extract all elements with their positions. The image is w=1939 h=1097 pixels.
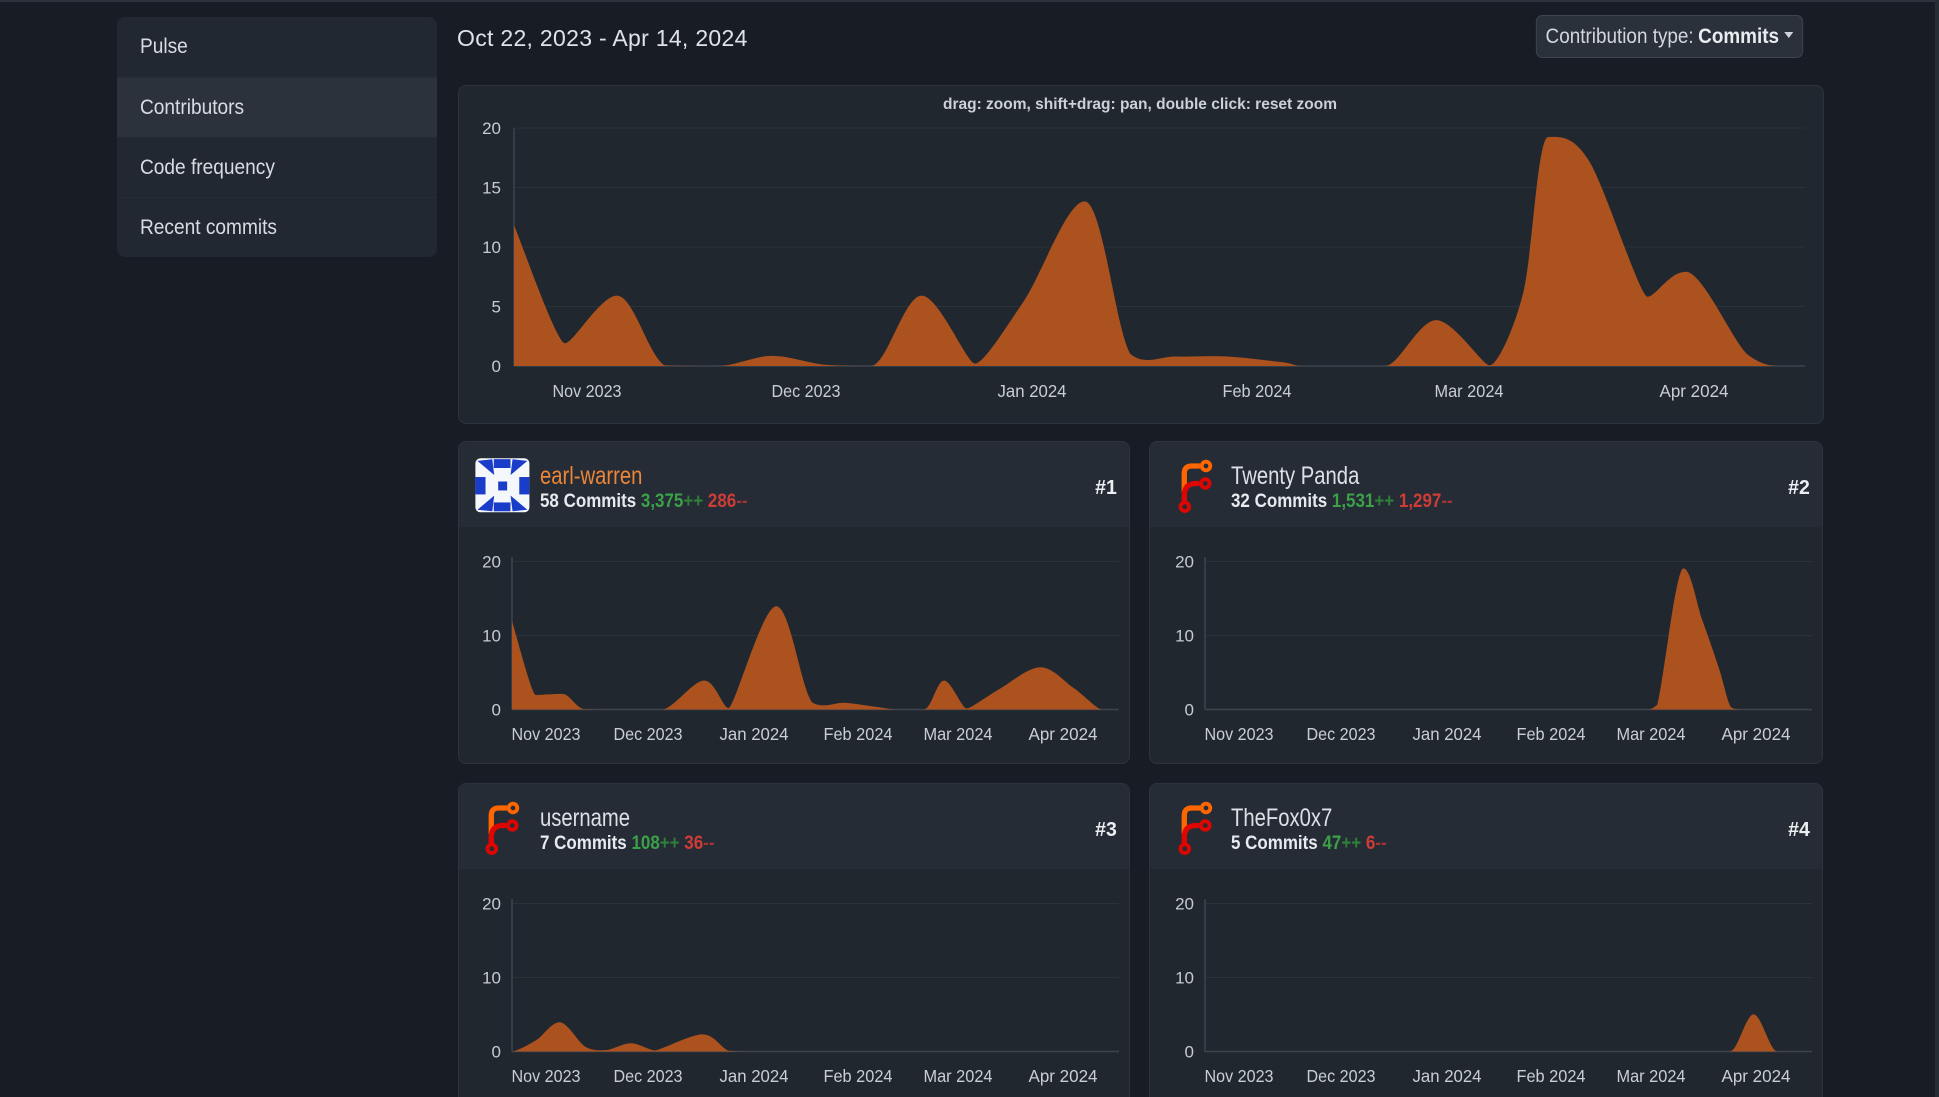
svg-text:Dec 2023: Dec 2023	[1307, 1066, 1376, 1086]
svg-text:Feb 2024: Feb 2024	[824, 724, 893, 744]
svg-text:0: 0	[492, 701, 501, 720]
svg-text:Dec 2023: Dec 2023	[772, 381, 841, 401]
svg-text:Mar 2024: Mar 2024	[924, 724, 993, 744]
svg-text:20: 20	[482, 119, 501, 138]
svg-text:Nov 2023: Nov 2023	[553, 381, 622, 401]
svg-text:10: 10	[1175, 627, 1194, 646]
svg-text:0: 0	[492, 357, 501, 376]
svg-text:Dec 2023: Dec 2023	[614, 724, 683, 744]
svg-text:Jan 2024: Jan 2024	[720, 724, 789, 744]
svg-text:5: 5	[492, 298, 501, 317]
svg-text:Apr 2024: Apr 2024	[1660, 381, 1729, 401]
svg-text:Nov 2023: Nov 2023	[512, 724, 581, 744]
svg-text:Dec 2023: Dec 2023	[614, 1066, 683, 1086]
svg-text:Feb 2024: Feb 2024	[1223, 381, 1292, 401]
svg-text:Jan 2024: Jan 2024	[1413, 724, 1482, 744]
svg-text:10: 10	[482, 627, 501, 646]
svg-text:Jan 2024: Jan 2024	[998, 381, 1067, 401]
svg-text:Jan 2024: Jan 2024	[720, 1066, 789, 1086]
svg-text:20: 20	[1175, 895, 1194, 914]
svg-text:Apr 2024: Apr 2024	[1029, 724, 1098, 744]
svg-text:Feb 2024: Feb 2024	[1517, 1066, 1586, 1086]
svg-text:0: 0	[1185, 701, 1194, 720]
svg-text:Apr 2024: Apr 2024	[1722, 1066, 1791, 1086]
svg-text:Nov 2023: Nov 2023	[1205, 1066, 1274, 1086]
svg-text:drag: zoom, shift+drag: pan, d: drag: zoom, shift+drag: pan, double clic…	[943, 96, 1337, 113]
svg-text:15: 15	[482, 179, 501, 198]
svg-text:Mar 2024: Mar 2024	[1617, 1066, 1686, 1086]
svg-text:10: 10	[1175, 969, 1194, 988]
svg-text:Jan 2024: Jan 2024	[1413, 1066, 1482, 1086]
svg-text:Mar 2024: Mar 2024	[1617, 724, 1686, 744]
svg-text:10: 10	[482, 969, 501, 988]
svg-text:Apr 2024: Apr 2024	[1722, 724, 1791, 744]
svg-text:20: 20	[482, 895, 501, 914]
svg-text:Nov 2023: Nov 2023	[512, 1066, 581, 1086]
svg-text:Nov 2023: Nov 2023	[1205, 724, 1274, 744]
svg-text:20: 20	[482, 553, 501, 572]
svg-text:20: 20	[1175, 553, 1194, 572]
svg-text:Feb 2024: Feb 2024	[824, 1066, 893, 1086]
svg-text:Dec 2023: Dec 2023	[1307, 724, 1376, 744]
svg-text:Feb 2024: Feb 2024	[1517, 724, 1586, 744]
svg-text:10: 10	[482, 238, 501, 257]
svg-text:Mar 2024: Mar 2024	[924, 1066, 993, 1086]
svg-text:0: 0	[492, 1043, 501, 1062]
svg-text:0: 0	[1185, 1043, 1194, 1062]
svg-text:Mar 2024: Mar 2024	[1435, 381, 1504, 401]
svg-text:Apr 2024: Apr 2024	[1029, 1066, 1098, 1086]
